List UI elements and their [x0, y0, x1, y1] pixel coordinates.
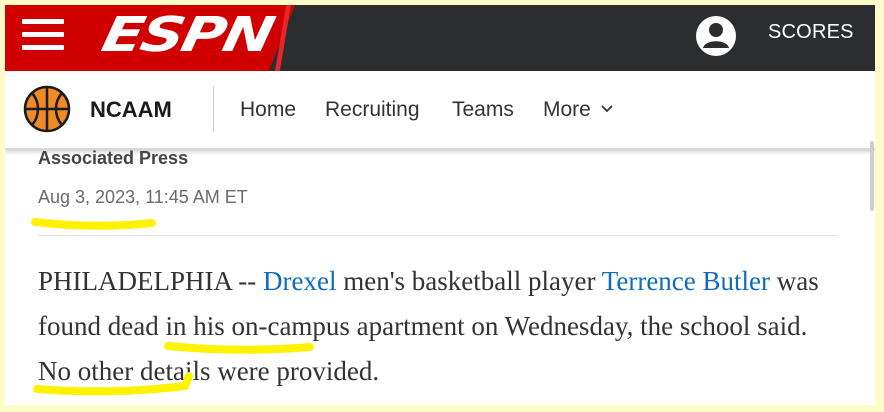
- sub-navigation: NCAAM Home Recruiting Teams More: [5, 71, 875, 149]
- user-account-icon[interactable]: [695, 15, 737, 57]
- article-body: PHILADELPHIA -- Drexel men's basketball …: [38, 259, 838, 394]
- league-title[interactable]: NCAAM: [90, 97, 172, 123]
- basketball-icon[interactable]: [23, 85, 71, 133]
- nav-more[interactable]: More: [543, 98, 591, 122]
- divider: [38, 235, 838, 236]
- page-frame: ESPN SCORES NCAAM Home Recruiting Teams …: [5, 5, 875, 405]
- body-text: men's basketball player: [336, 266, 602, 296]
- espn-logo[interactable]: ESPN: [97, 7, 277, 63]
- nav-divider: [213, 86, 214, 132]
- nav-home[interactable]: Home: [240, 98, 296, 122]
- nav-recruiting[interactable]: Recruiting: [325, 98, 420, 122]
- article-timestamp: Aug 3, 2023, 11:45 AM ET: [38, 187, 248, 207]
- article-byline: Associated Press: [38, 148, 189, 168]
- chevron-down-icon[interactable]: [601, 104, 613, 114]
- hamburger-menu-icon[interactable]: [22, 19, 64, 55]
- drexel-link[interactable]: Drexel: [263, 266, 336, 296]
- body-text: PHILADELPHIA --: [38, 266, 263, 296]
- nav-teams[interactable]: Teams: [452, 98, 514, 122]
- espn-top-bar: ESPN SCORES: [5, 5, 875, 71]
- scrollbar[interactable]: [870, 141, 874, 211]
- terrence-butler-link[interactable]: Terrence Butler: [602, 266, 770, 296]
- scores-link[interactable]: SCORES: [768, 21, 854, 44]
